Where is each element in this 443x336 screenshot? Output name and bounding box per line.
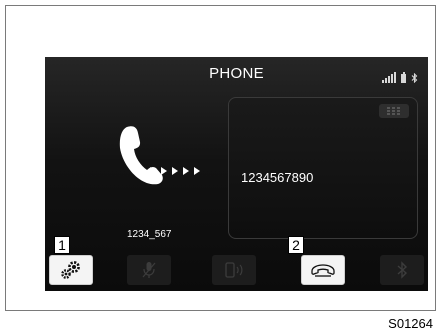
hang-up-button[interactable] <box>301 255 345 285</box>
keypad-icon <box>387 107 400 115</box>
callout-2: 2 <box>288 236 304 254</box>
battery-icon <box>401 72 406 83</box>
bluetooth-icon <box>411 73 418 83</box>
bluetooth-icon <box>397 261 408 279</box>
keypad-button[interactable] <box>379 104 409 118</box>
bluetooth-button[interactable] <box>380 255 424 285</box>
phone-screen: PHONE 1234_567 1234567890 <box>45 57 428 291</box>
phone-number: 1234567890 <box>241 170 314 185</box>
callout-1: 1 <box>54 236 70 254</box>
calling-arrows <box>150 167 200 175</box>
arrow-icon <box>150 167 156 175</box>
hang-up-icon <box>311 264 335 277</box>
settings-button[interactable] <box>49 255 93 285</box>
handset-icon <box>119 126 163 185</box>
signal-icon <box>382 72 396 83</box>
handsfree-button[interactable] <box>212 255 256 285</box>
figure-code: S01264 <box>388 316 433 331</box>
status-area <box>382 72 418 83</box>
arrow-icon <box>161 167 167 175</box>
phone-speaker-icon <box>225 262 243 278</box>
screen-title: PHONE <box>209 65 264 82</box>
arrow-icon <box>183 167 189 175</box>
gear-icon <box>61 261 80 279</box>
call-info-panel: 1234567890 <box>228 97 418 239</box>
mute-button[interactable] <box>127 255 171 285</box>
microphone-muted-icon <box>142 262 156 278</box>
arrow-icon <box>194 167 200 175</box>
contact-name: 1234_567 <box>127 229 172 240</box>
arrow-icon <box>172 167 178 175</box>
